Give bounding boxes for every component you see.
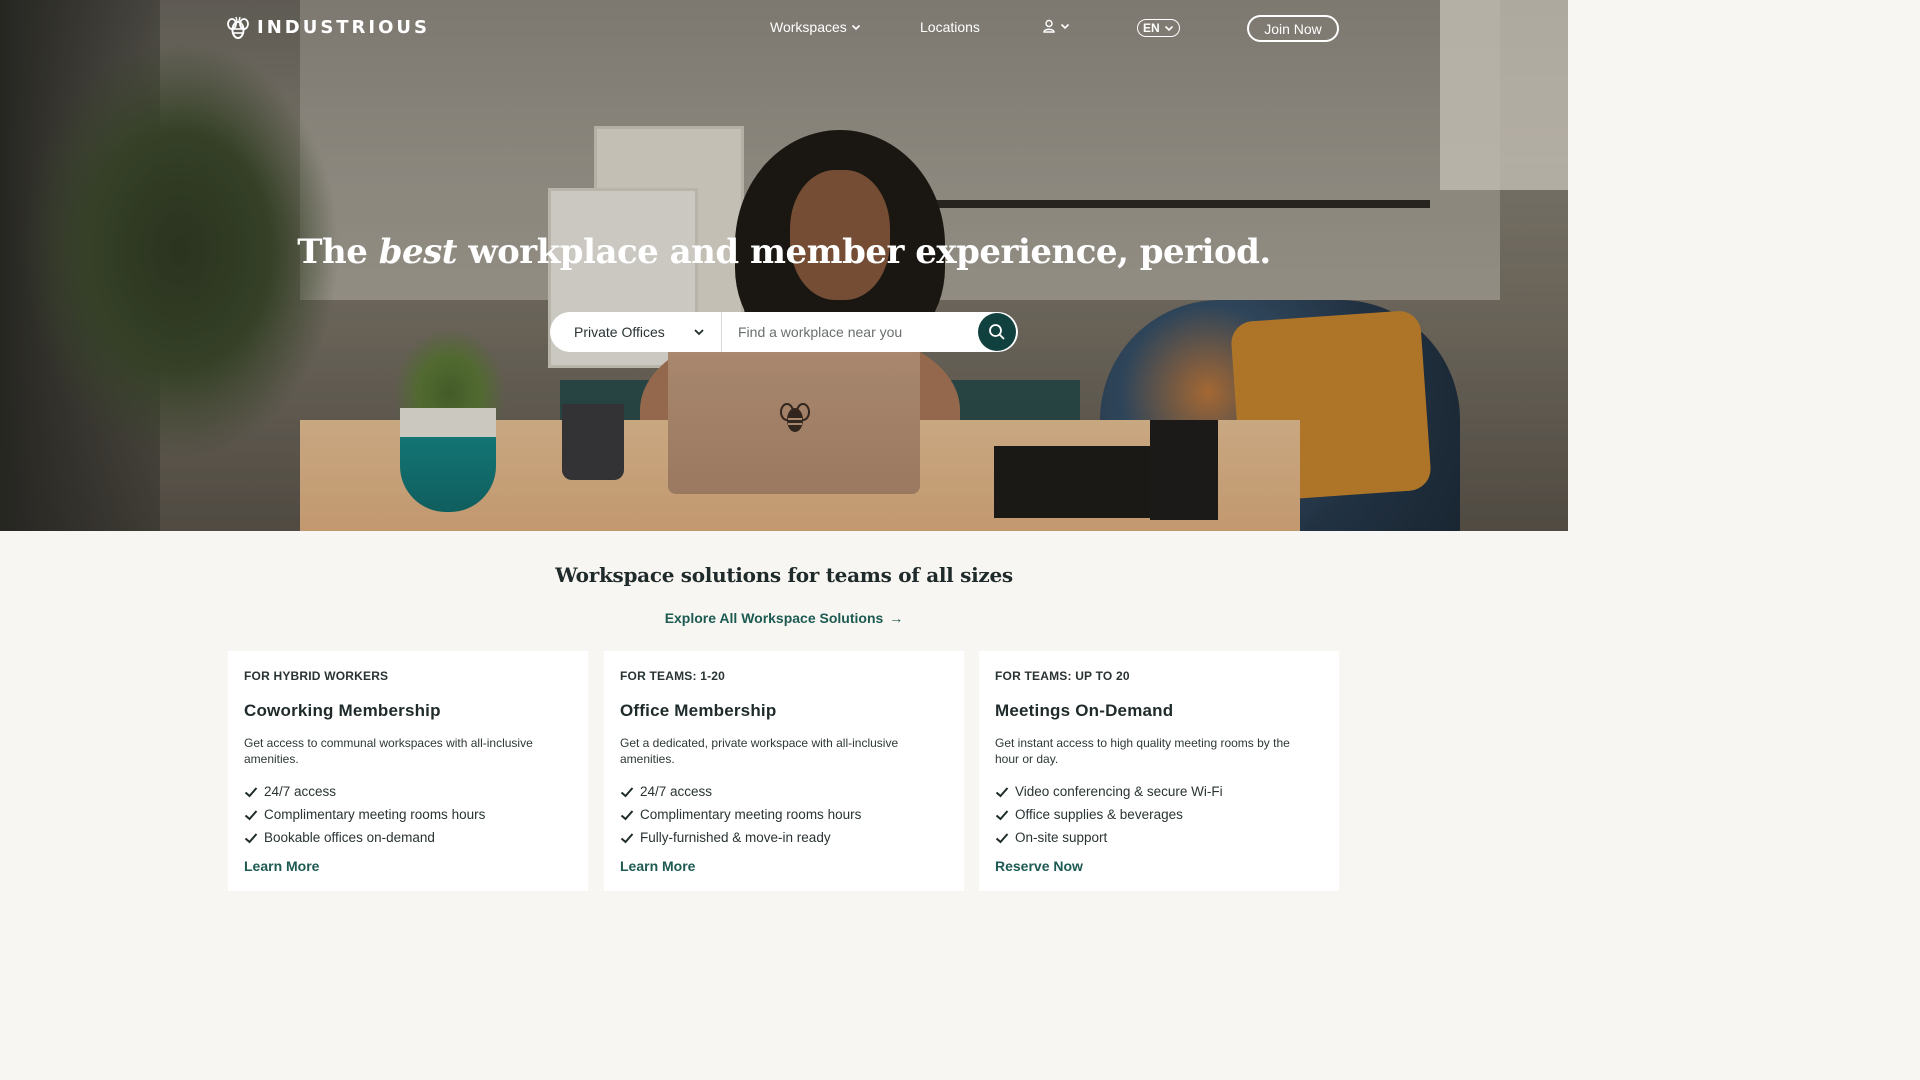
card-title: Coworking Membership xyxy=(244,701,441,720)
nav-locations-label: Locations xyxy=(920,19,980,35)
feature-item: 24/7 access xyxy=(620,780,948,803)
feature-label: Bookable offices on-demand xyxy=(264,830,435,845)
feature-label: Fully-furnished & move-in ready xyxy=(640,830,831,845)
chevron-down-icon xyxy=(851,24,860,31)
feature-item: Bookable offices on-demand xyxy=(244,826,572,849)
feature-label: Video conferencing & secure Wi-Fi xyxy=(1015,784,1223,799)
feature-item: Complimentary meeting rooms hours xyxy=(244,803,572,826)
feature-label: Complimentary meeting rooms hours xyxy=(640,807,862,822)
brand-logo[interactable]: INDUSTRIOUS xyxy=(227,15,430,39)
checkmark-icon xyxy=(995,809,1009,820)
card-title: Meetings On-Demand xyxy=(995,701,1174,720)
feature-item: Office supplies & beverages xyxy=(995,803,1323,826)
language-label: EN xyxy=(1143,21,1160,35)
card-eyebrow: FOR TEAMS: UP TO 20 xyxy=(995,669,1130,683)
feature-label: 24/7 access xyxy=(264,784,337,799)
feature-item: Complimentary meeting rooms hours xyxy=(620,803,948,826)
workplace-search: Private Offices xyxy=(550,312,1018,352)
language-selector[interactable]: EN xyxy=(1137,19,1180,37)
card-description: Get a dedicated, private workspace with … xyxy=(620,736,899,766)
join-now-button[interactable]: Join Now xyxy=(1247,15,1339,42)
user-icon xyxy=(1043,19,1055,33)
feature-item: Video conferencing & secure Wi-Fi xyxy=(995,780,1323,803)
learn-more-link[interactable]: Learn More xyxy=(620,858,695,874)
workspace-type-value: Private Offices xyxy=(574,324,665,340)
reserve-now-link[interactable]: Reserve Now xyxy=(995,858,1083,874)
checkmark-icon xyxy=(620,809,634,820)
solution-card-coworking: FOR HYBRID WORKERS Coworking Membership … xyxy=(228,651,588,891)
learn-more-link[interactable]: Learn More xyxy=(244,858,319,874)
workspace-type-select[interactable]: Private Offices xyxy=(550,312,722,352)
solution-card-meetings: FOR TEAMS: UP TO 20 Meetings On-Demand G… xyxy=(979,651,1339,891)
card-description: Get access to communal workspaces with a… xyxy=(244,736,533,766)
feature-item: Fully-furnished & move-in ready xyxy=(620,826,948,849)
solutions-heading: Workspace solutions for teams of all siz… xyxy=(555,563,1013,587)
account-menu[interactable] xyxy=(1042,19,1070,33)
feature-label: On-site support xyxy=(1015,830,1108,845)
feature-list: 24/7 access Complimentary meeting rooms … xyxy=(620,780,948,849)
checkmark-icon xyxy=(995,832,1009,843)
checkmark-icon xyxy=(244,786,258,797)
card-eyebrow: FOR HYBRID WORKERS xyxy=(244,669,389,683)
headline-emphasis: best xyxy=(378,232,458,272)
checkmark-icon xyxy=(244,809,258,820)
feature-item: On-site support xyxy=(995,826,1323,849)
location-search-input[interactable] xyxy=(722,312,1018,352)
nav-workspaces[interactable]: Workspaces xyxy=(770,19,861,35)
card-eyebrow: FOR TEAMS: 1-20 xyxy=(620,669,726,683)
nav-workspaces-label: Workspaces xyxy=(770,19,847,35)
checkmark-icon xyxy=(620,832,634,843)
headline-prefix: The xyxy=(297,232,379,272)
card-title: Office Membership xyxy=(620,701,777,720)
chevron-down-icon xyxy=(1164,25,1173,32)
search-button[interactable] xyxy=(978,313,1016,351)
feature-list: Video conferencing & secure Wi-Fi Office… xyxy=(995,780,1323,849)
headline-suffix: workplace and member experience, period. xyxy=(457,232,1271,272)
top-nav: INDUSTRIOUS Workspaces Locations EN Join… xyxy=(0,0,1568,56)
explore-solutions-link[interactable]: Explore All Workspace Solutions → xyxy=(0,610,1568,626)
search-icon xyxy=(989,324,1005,340)
feature-label: 24/7 access xyxy=(640,784,713,799)
checkmark-icon xyxy=(244,832,258,843)
bee-logo-icon xyxy=(227,16,249,39)
feature-list: 24/7 access Complimentary meeting rooms … xyxy=(244,780,572,849)
feature-item: 24/7 access xyxy=(244,780,572,803)
explore-label: Explore All Workspace Solutions xyxy=(664,610,884,626)
nav-locations[interactable]: Locations xyxy=(920,19,980,35)
solution-card-office: FOR TEAMS: 1-20 Office Membership Get a … xyxy=(604,651,964,891)
feature-label: Office supplies & beverages xyxy=(1015,807,1183,822)
chevron-down-icon xyxy=(1060,23,1070,30)
feature-label: Complimentary meeting rooms hours xyxy=(264,807,486,822)
chevron-down-icon xyxy=(694,329,704,336)
brand-name: INDUSTRIOUS xyxy=(257,16,431,38)
checkmark-icon xyxy=(995,786,1009,797)
checkmark-icon xyxy=(620,786,634,797)
arrow-right-icon: → xyxy=(889,610,904,626)
hero-headline: The best workplace and member experience… xyxy=(0,232,1568,272)
card-description: Get instant access to high quality meeti… xyxy=(995,736,1290,766)
